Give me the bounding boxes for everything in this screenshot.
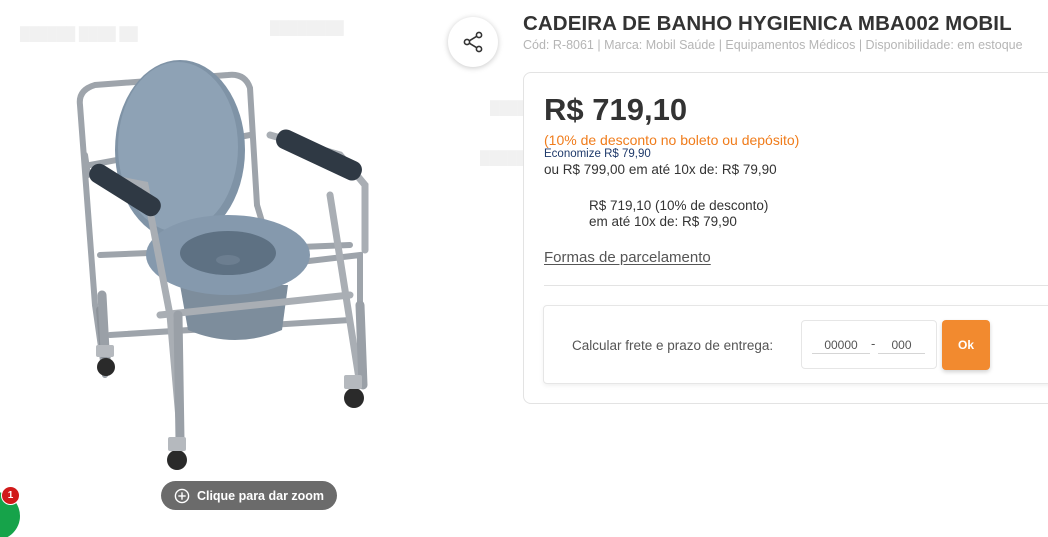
installments-text: ou R$ 799,00 em até 10x de: R$ 79,90 [544, 162, 777, 177]
share-button[interactable] [448, 17, 498, 67]
calculate-shipping-button[interactable]: Ok [942, 320, 990, 370]
discount-note: (10% de desconto no boleto ou depósito) [544, 132, 800, 148]
zoom-button[interactable]: Clique para dar zoom [161, 481, 337, 510]
cep-input-part1[interactable] [812, 337, 870, 354]
cep-input-part2[interactable] [878, 337, 925, 354]
product-image[interactable] [60, 55, 390, 485]
product-title: CADEIRA DE BANHO HYGIENICA MBA002 MOBIL [523, 12, 1012, 35]
cep-separator: - [871, 336, 876, 351]
payment-options-link[interactable]: Formas de parcelamento [544, 249, 711, 266]
zoom-label: Clique para dar zoom [196, 488, 325, 503]
product-gallery: Clique para dar zoom [0, 0, 510, 537]
product-meta: Cód: R-8061 | Marca: Mobil Saúde | Equip… [523, 38, 1023, 52]
product-price: R$ 719,10 [544, 92, 688, 127]
share-icon [463, 31, 483, 53]
shipping-label: Calcular frete e prazo de entrega: [572, 338, 774, 353]
plus-circle-icon [174, 488, 190, 503]
notification-badge: 1 [1, 486, 20, 505]
alt-price-line-1: R$ 719,10 (10% de desconto) [589, 198, 769, 213]
savings-text: Economize R$ 79,90 [544, 148, 651, 160]
alt-price-line-2: em até 10x de: R$ 79,90 [589, 214, 737, 229]
divider [544, 285, 1048, 286]
